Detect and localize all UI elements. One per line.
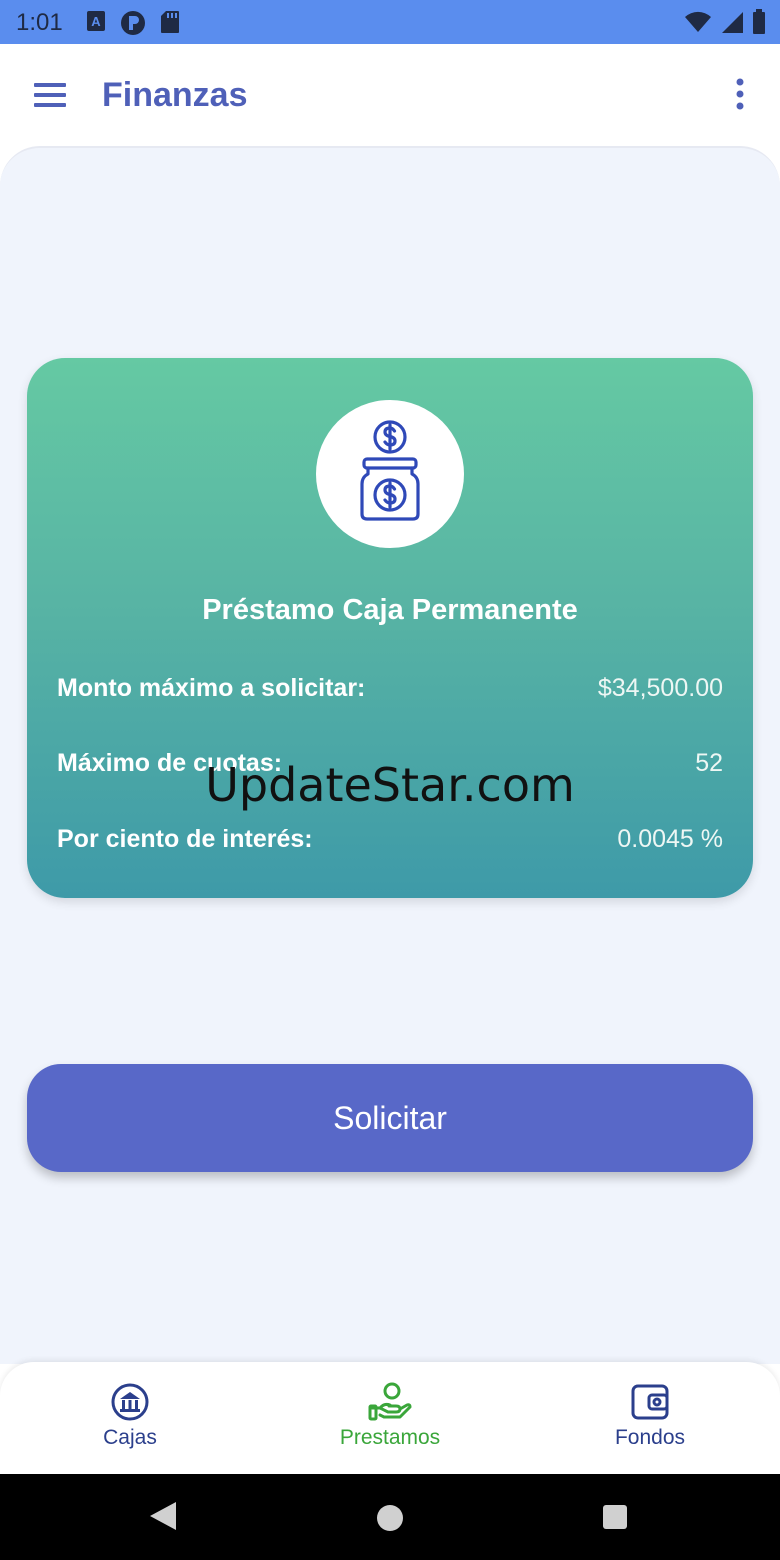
status-bar: 1:01 A [0,0,780,44]
wallet-icon [631,1384,669,1420]
row-label: Monto máximo a solicitar: [57,673,366,702]
back-triangle-icon [150,1502,176,1530]
nav-label: Cajas [103,1426,157,1449]
status-time: 1:01 [16,9,63,36]
loan-title: Préstamo Caja Permanente [202,594,578,626]
system-icons [684,9,766,40]
menu-button[interactable] [24,72,76,118]
page-title: Finanzas [102,76,248,114]
app-bar: Finanzas [0,44,780,146]
recents-square-icon [603,1505,627,1529]
row-value: $34,500.00 [597,673,723,702]
hamburger-icon [34,83,66,107]
hand-person-icon [368,1382,412,1421]
wifi-icon [684,10,712,39]
home-button[interactable] [376,1504,404,1537]
more-options-button[interactable] [726,72,754,118]
svg-text:A: A [91,14,101,29]
sd-card-icon [160,10,180,41]
nav-item-fondos[interactable]: Fondos [560,1382,740,1462]
nav-item-cajas[interactable]: Cajas [40,1382,220,1462]
back-button[interactable] [148,1500,178,1537]
icon-circle [316,400,464,548]
battery-icon [752,9,766,40]
watermark: UpdateStar.com [205,758,575,812]
row-label: Por ciento de interés: [57,824,313,853]
row-value: 0.0045 % [617,824,723,853]
row-max-amount: Monto máximo a solicitar: $34,500.00 [57,670,723,706]
home-circle-icon [377,1505,403,1531]
notification-icons: A [86,10,180,41]
loan-card: Préstamo Caja Permanente Monto máximo a … [27,358,753,898]
bank-icon [111,1383,149,1421]
money-jar-icon [360,420,420,521]
more-vert-icon [736,78,744,110]
system-navigation-bar [0,1474,780,1560]
signal-icon [720,10,744,39]
nav-label: Prestamos [339,1426,441,1449]
row-interest-rate: Por ciento de interés: 0.0045 % [57,821,723,857]
solicitar-button[interactable]: Solicitar [27,1064,753,1172]
nav-label: Fondos [614,1426,686,1449]
app-a-icon: A [86,10,106,41]
nav-item-prestamos[interactable]: Prestamos [300,1382,480,1462]
recents-button[interactable] [602,1504,628,1535]
bottom-nav: Cajas Prestamos Fondos [0,1362,780,1474]
app-p-icon [120,10,146,41]
